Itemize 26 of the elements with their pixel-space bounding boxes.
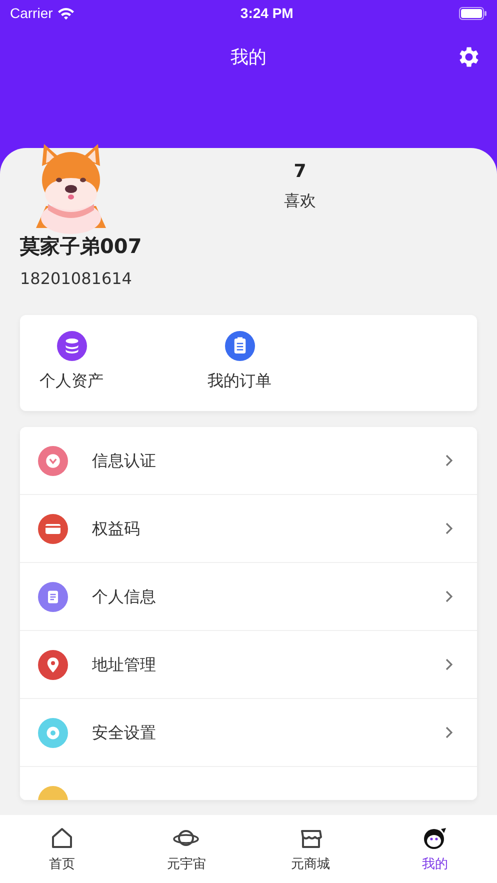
- menu-item[interactable]: 个人信息: [20, 563, 477, 631]
- phone-number: 18201081614: [20, 268, 133, 290]
- clock-text: 3:24 PM: [240, 4, 294, 22]
- page-title: 我的: [230, 46, 266, 70]
- menu-item[interactable]: 信息认证: [20, 427, 477, 495]
- carrier-text: Carrier: [10, 4, 53, 22]
- face-icon: [422, 825, 448, 851]
- tab[interactable]: 首页: [22, 815, 102, 876]
- tab[interactable]: 元宇宙: [146, 815, 226, 876]
- tab[interactable]: 我的: [394, 815, 475, 876]
- likes-count: 7: [294, 160, 306, 184]
- chevron-right-icon: [445, 522, 453, 535]
- shortcut-button[interactable]: 我的订单: [192, 315, 287, 411]
- battery-icon: [458, 6, 487, 20]
- chevron-right-icon: [445, 454, 453, 467]
- menu-item[interactable]: 安全设置: [20, 699, 477, 767]
- chevron-right-icon: [445, 726, 453, 739]
- menu-item[interactable]: 地址管理: [20, 631, 477, 699]
- likes-label: 喜欢: [284, 190, 316, 212]
- menu-item[interactable]: 权益码: [20, 495, 477, 563]
- shortcut-button[interactable]: 个人资产: [24, 315, 119, 411]
- tab[interactable]: 元商城: [270, 815, 351, 876]
- wifi-icon: [56, 6, 75, 20]
- user-name: 莫家子弟007: [20, 233, 143, 260]
- chevron-right-icon: [445, 590, 453, 603]
- chevron-right-icon: [445, 658, 453, 671]
